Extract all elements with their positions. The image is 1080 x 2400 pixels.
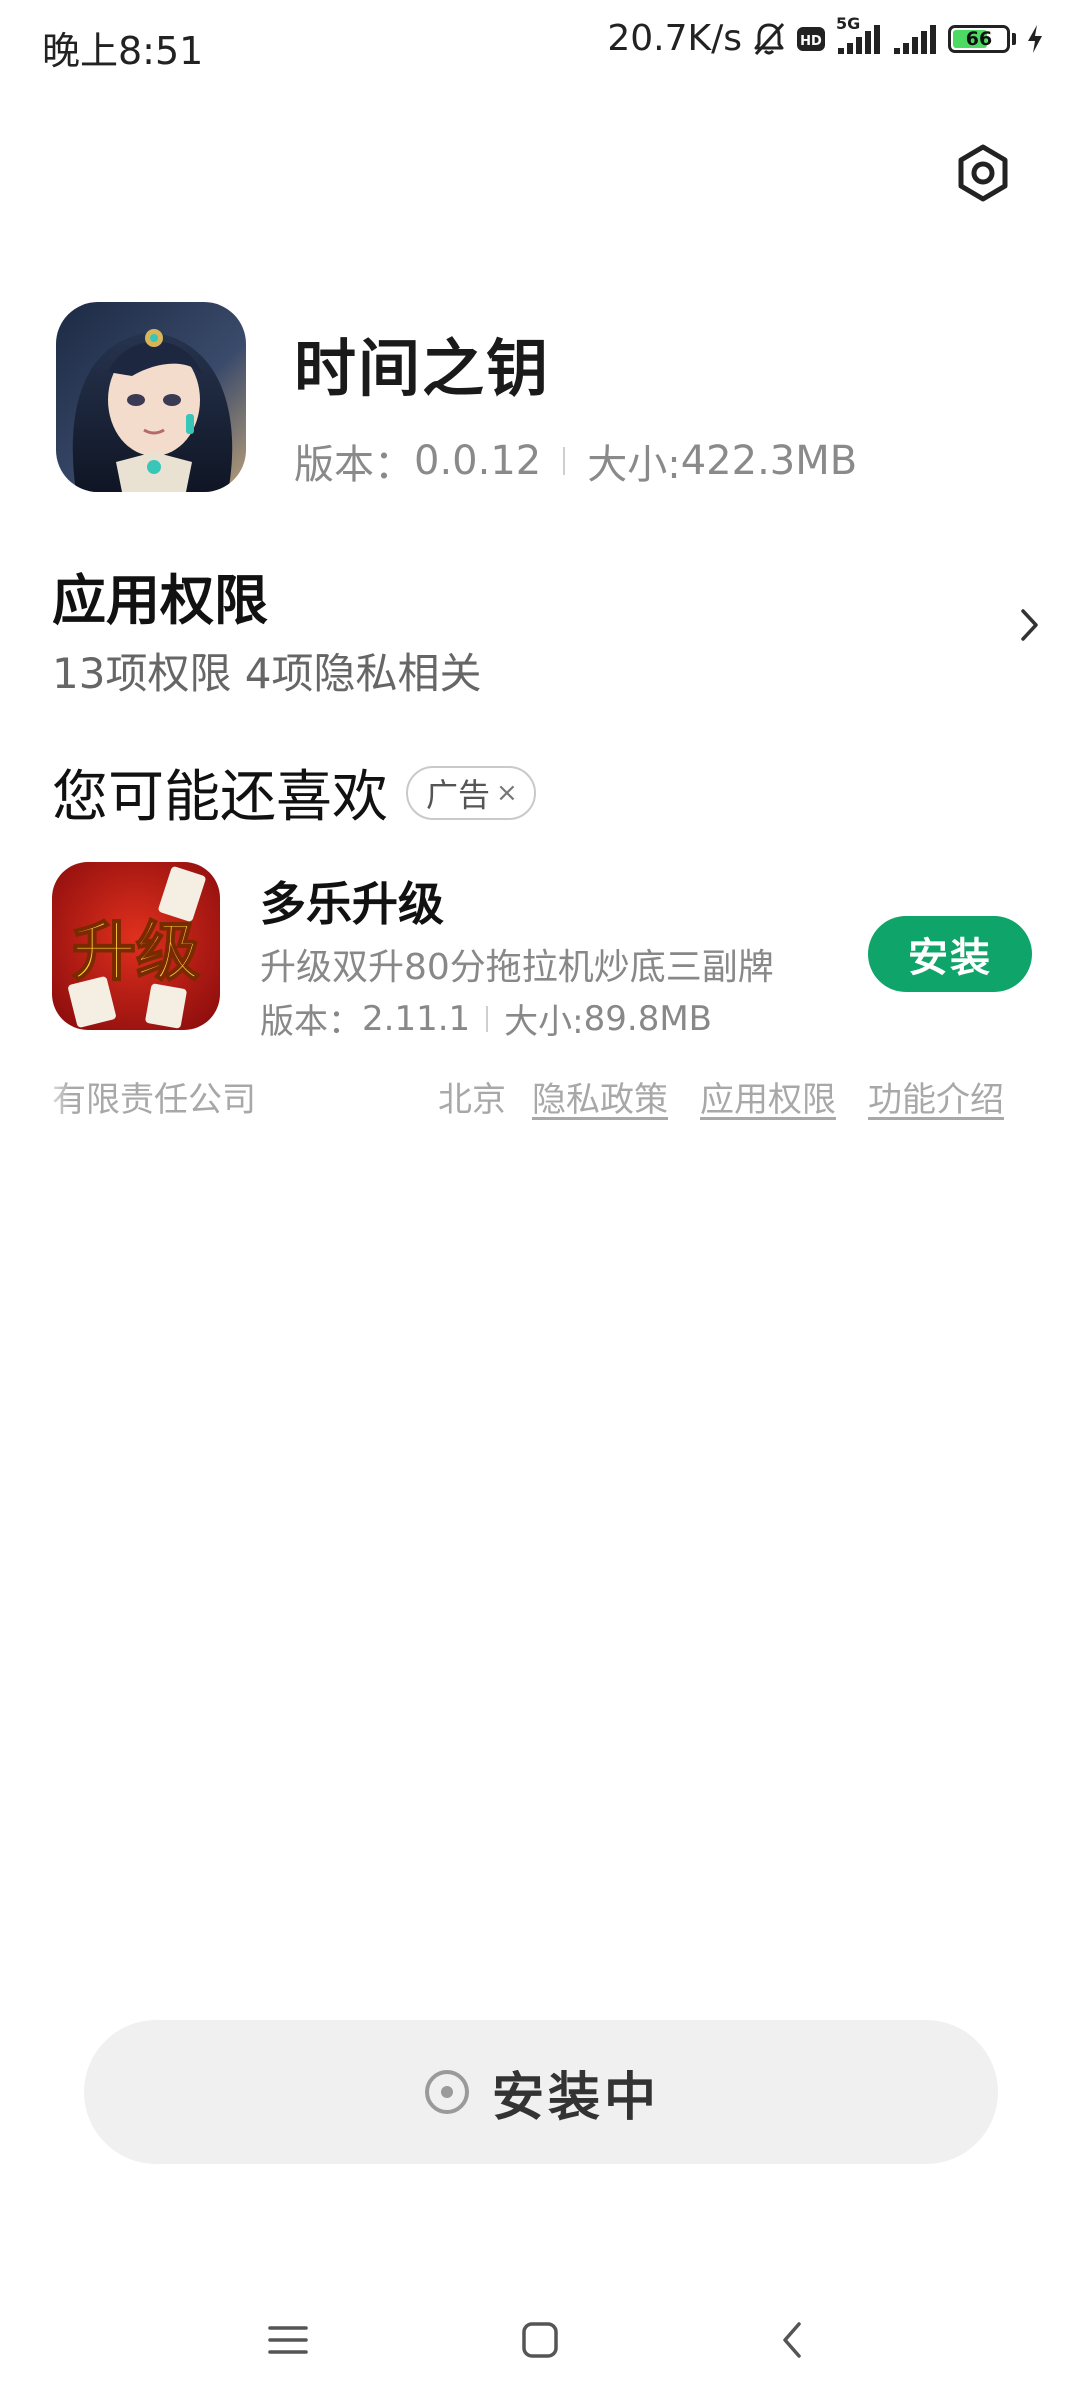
settings-icon xyxy=(958,144,1008,202)
svg-text:HD: HD xyxy=(800,34,822,49)
recommend-size: 89.8MB xyxy=(583,998,712,1039)
mute-bell-icon xyxy=(752,21,786,57)
recommend-version: 2.11.1 xyxy=(362,998,471,1039)
home-button[interactable] xyxy=(510,2310,570,2370)
recommend-item[interactable]: 升级 多乐升级 升级双升80分拖拉机炒底三副牌 版本： 2.11.1 大小: 8… xyxy=(52,862,1032,1042)
ad-badge[interactable]: 广告 × xyxy=(406,765,536,820)
app-size: 422.3MB xyxy=(680,438,858,484)
chevron-right-icon xyxy=(1021,609,1038,641)
installing-status-button[interactable]: 安装中 xyxy=(84,2020,998,2164)
feature-intro-link[interactable]: 功能介绍 xyxy=(868,1072,1004,1121)
developer-city: 北京 xyxy=(438,1080,506,1120)
recommend-app-meta: 版本： 2.11.1 大小: 89.8MB xyxy=(260,994,712,1043)
permissions-title: 应用权限 xyxy=(52,569,268,632)
app-size-label: 大小: xyxy=(587,442,681,488)
recommend-app-description: 升级双升80分拖拉机炒底三副牌 xyxy=(260,947,774,988)
app-permissions-link[interactable]: 应用权限 xyxy=(700,1072,836,1121)
recommend-title: 您可能还喜欢 xyxy=(52,765,388,830)
permissions-summary: 13项权限 4项隐私相关 xyxy=(52,649,482,698)
network-type-label: 5G xyxy=(836,13,861,33)
battery-icon: 66 xyxy=(948,24,1016,53)
settings-button[interactable] xyxy=(950,140,1016,206)
recommend-app-name: 多乐升级 xyxy=(260,877,444,931)
signal-icon xyxy=(892,22,938,56)
footer-fade xyxy=(40,1072,70,1122)
network-speed: 20.7K/s xyxy=(607,18,742,59)
app-meta: 版本： 0.0.12 大小: 422.3MB xyxy=(294,432,857,490)
developer-company: 有限责任公司 xyxy=(52,1080,256,1120)
recommend-section-title: 您可能还喜欢 广告 × xyxy=(52,752,536,833)
app-version: 0.0.12 xyxy=(414,438,542,484)
battery-cap xyxy=(1012,32,1016,45)
meta-divider xyxy=(563,447,566,475)
recommend-version-label: 版本： xyxy=(260,1002,362,1042)
battery-body: 66 xyxy=(948,24,1010,53)
home-icon xyxy=(522,2322,558,2358)
installing-label: 安装中 xyxy=(491,2067,660,2128)
status-indicators: 20.7K/s HD 5G 66 xyxy=(607,14,1044,59)
app-name: 时间之钥 xyxy=(294,332,551,405)
app-icon xyxy=(56,302,246,492)
recommend-icon-text: 升级 xyxy=(72,916,200,990)
progress-ring-icon xyxy=(424,2070,469,2114)
meta-divider xyxy=(486,1005,489,1032)
back-icon xyxy=(783,2322,801,2358)
ad-close-icon[interactable]: × xyxy=(496,778,518,808)
privacy-policy-link[interactable]: 隐私政策 xyxy=(532,1072,668,1121)
menu-button[interactable] xyxy=(258,2310,318,2370)
back-button[interactable] xyxy=(762,2310,822,2370)
menu-icon xyxy=(268,2326,308,2354)
charging-icon xyxy=(1026,24,1044,54)
install-button[interactable]: 安装 xyxy=(868,916,1032,992)
status-bar: 晚上8:51 20.7K/s HD 5G 66 xyxy=(0,0,1080,90)
footer-links: 有限责任公司 北京 隐私政策 应用权限 功能介绍 xyxy=(0,1072,1080,1122)
hd-icon: HD xyxy=(796,25,826,53)
ad-label: 广告 xyxy=(426,775,491,814)
navigation-bar xyxy=(0,2290,1080,2380)
status-time: 晚上8:51 xyxy=(42,29,204,73)
battery-level: 66 xyxy=(965,27,993,50)
recommend-app-icon: 升级 xyxy=(52,862,220,1030)
app-version-label: 版本： xyxy=(294,442,414,488)
recommend-size-label: 大小: xyxy=(504,1002,584,1042)
app-permissions-row[interactable]: 应用权限 13项权限 4项隐私相关 xyxy=(52,556,1042,698)
signal-5g-icon: 5G xyxy=(836,14,882,56)
